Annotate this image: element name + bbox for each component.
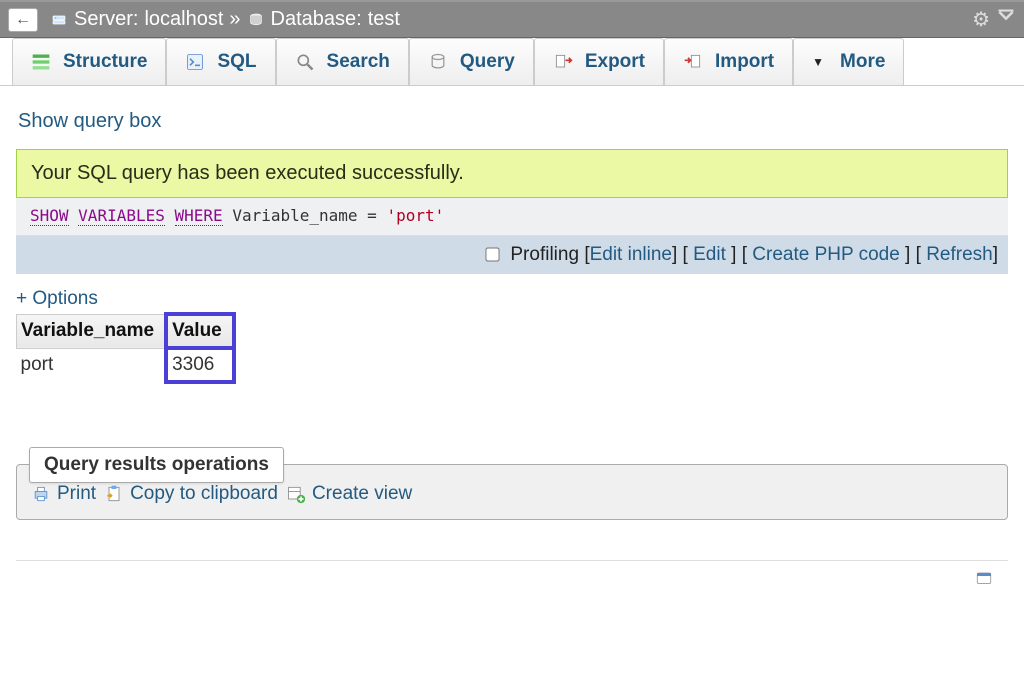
operations-legend: Query results operations bbox=[29, 447, 284, 483]
tab-label: Structure bbox=[63, 51, 147, 73]
structure-icon bbox=[31, 52, 51, 72]
print-icon bbox=[31, 484, 51, 504]
result-table: Variable_name Value port 3306 bbox=[16, 312, 236, 384]
table-cell: 3306 bbox=[166, 348, 234, 382]
sql-ident: Variable_name = bbox=[223, 206, 387, 225]
edit-link[interactable]: Edit bbox=[693, 244, 726, 265]
print-label: Print bbox=[57, 483, 96, 505]
profiling-checkbox[interactable] bbox=[485, 248, 499, 262]
table-header-row: Variable_name Value bbox=[17, 314, 234, 348]
tab-query[interactable]: Query bbox=[409, 38, 534, 85]
server-icon bbox=[50, 12, 68, 28]
copy-clipboard-action[interactable]: Copy to clipboard bbox=[104, 483, 278, 505]
query-results-operations: Query results operations Print Copy to c… bbox=[16, 464, 1008, 520]
options-link[interactable]: + Options bbox=[16, 288, 1008, 310]
profiling-label: Profiling bbox=[510, 244, 579, 265]
breadcrumb-separator: » bbox=[229, 8, 240, 31]
back-button[interactable]: ← bbox=[8, 8, 38, 32]
tab-import[interactable]: Import bbox=[664, 38, 793, 85]
chevron-down-icon: ▼ bbox=[812, 55, 824, 69]
console-icon bbox=[974, 569, 994, 589]
tab-sql[interactable]: SQL bbox=[166, 38, 275, 85]
query-toolbar: Profiling [Edit inline] [ Edit ] [ Creat… bbox=[16, 236, 1008, 274]
breadcrumb-db-label: Database: bbox=[271, 8, 362, 31]
sql-icon bbox=[185, 52, 205, 72]
sql-kw-where: WHERE bbox=[175, 206, 223, 226]
collapse-icon[interactable] bbox=[996, 7, 1016, 33]
tab-export[interactable]: Export bbox=[534, 38, 664, 85]
create-view-label: Create view bbox=[312, 483, 412, 505]
sql-kw-show: SHOW bbox=[30, 206, 69, 226]
clipboard-icon bbox=[104, 484, 124, 504]
tab-search[interactable]: Search bbox=[276, 38, 409, 85]
sql-display: SHOW VARIABLES WHERE Variable_name = 'po… bbox=[16, 198, 1008, 236]
tab-label: More bbox=[840, 51, 885, 73]
footer-divider bbox=[16, 560, 1008, 561]
console-toggle[interactable] bbox=[16, 569, 1008, 594]
tab-label: Search bbox=[327, 51, 390, 73]
breadcrumb-db[interactable]: test bbox=[368, 8, 400, 31]
table-row: port 3306 bbox=[17, 348, 234, 382]
gear-icon[interactable]: ⚙ bbox=[972, 7, 990, 32]
export-icon bbox=[553, 52, 573, 72]
breadcrumb-bar: ← Server: localhost » Database: test ⚙ bbox=[0, 0, 1024, 38]
edit-inline-link[interactable]: Edit inline bbox=[590, 244, 672, 265]
sql-kw-variables: VARIABLES bbox=[78, 206, 165, 226]
print-action[interactable]: Print bbox=[31, 483, 96, 505]
tab-more[interactable]: ▼ More bbox=[793, 38, 904, 85]
create-view-icon bbox=[286, 484, 306, 504]
database-icon bbox=[247, 12, 265, 28]
tab-label: Import bbox=[715, 51, 774, 73]
query-icon bbox=[428, 52, 448, 72]
breadcrumb: Server: localhost » Database: test bbox=[50, 8, 966, 31]
tab-bar: Structure SQL Search Query Export Import… bbox=[0, 38, 1024, 86]
breadcrumb-server-label: Server: bbox=[74, 8, 138, 31]
success-message: Your SQL query has been executed success… bbox=[16, 149, 1008, 198]
create-php-link[interactable]: Create PHP code bbox=[752, 244, 900, 265]
tab-label: Export bbox=[585, 51, 645, 73]
sql-string: 'port' bbox=[386, 206, 444, 225]
import-icon bbox=[683, 52, 703, 72]
refresh-link[interactable]: Refresh bbox=[926, 244, 993, 265]
tab-structure[interactable]: Structure bbox=[12, 38, 166, 85]
create-view-action[interactable]: Create view bbox=[286, 483, 412, 505]
tab-label: SQL bbox=[217, 51, 256, 73]
table-cell: port bbox=[17, 348, 167, 382]
table-header[interactable]: Value bbox=[166, 314, 234, 348]
search-icon bbox=[295, 52, 315, 72]
table-header[interactable]: Variable_name bbox=[17, 314, 167, 348]
breadcrumb-server[interactable]: localhost bbox=[144, 8, 223, 31]
copy-label: Copy to clipboard bbox=[130, 483, 278, 505]
tab-label: Query bbox=[460, 51, 515, 73]
show-query-box-link[interactable]: Show query box bbox=[18, 110, 1008, 133]
